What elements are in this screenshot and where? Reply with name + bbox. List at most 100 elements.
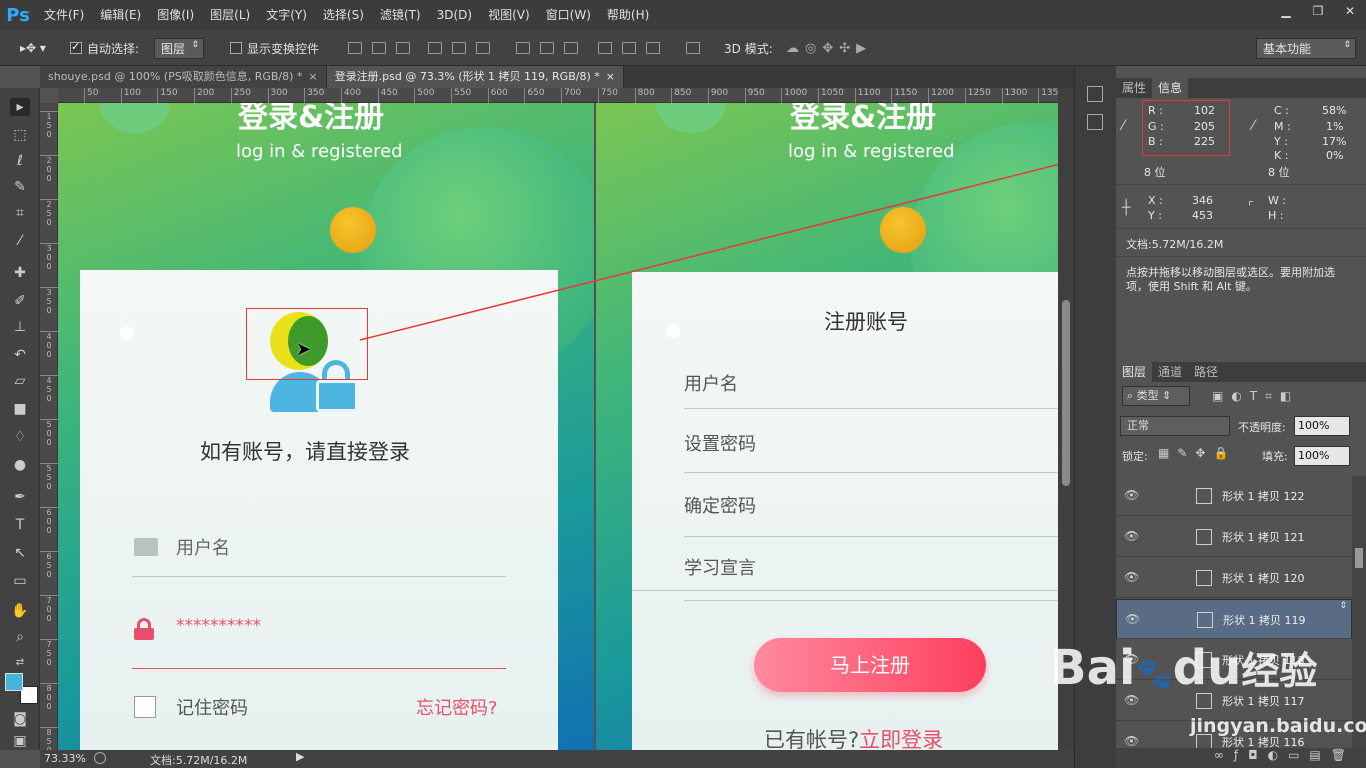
gradient-tool-icon[interactable]: ■ xyxy=(10,400,30,418)
align-left-icon[interactable] xyxy=(428,42,442,54)
path-select-tool-icon[interactable]: ↖ xyxy=(10,544,30,562)
visibility-eye-icon[interactable]: 👁 xyxy=(1124,488,1139,502)
auto-align-icon[interactable] xyxy=(686,42,700,54)
register-username-field[interactable]: 用户名 xyxy=(684,370,738,396)
close-tab-icon[interactable]: × xyxy=(606,70,615,83)
auto-select-dropdown[interactable]: 图层 xyxy=(154,37,205,59)
minimize-button[interactable]: ▁ xyxy=(1270,0,1302,22)
distribute-top-icon[interactable] xyxy=(516,42,530,54)
scrollbar-thumb[interactable] xyxy=(1355,548,1363,568)
blend-mode-dropdown[interactable]: 正常 xyxy=(1120,416,1230,436)
menu-type[interactable]: 文字(Y) xyxy=(258,0,315,30)
scrollbar-thumb[interactable] xyxy=(1062,300,1070,486)
eyedropper-tool-icon[interactable]: ⁄ xyxy=(10,232,30,250)
forgot-password-link[interactable]: 忘记密码? xyxy=(416,694,498,720)
menu-help[interactable]: 帮助(H) xyxy=(599,0,657,30)
menu-layer[interactable]: 图层(L) xyxy=(202,0,258,30)
status-info-icon[interactable] xyxy=(94,752,106,764)
register-confirm-field[interactable]: 确定密码 xyxy=(684,492,756,518)
tab-shouye[interactable]: shouye.psd @ 100% (PS吸取颜色信息, RGB/8) * × xyxy=(40,66,327,88)
status-menu-icon[interactable]: ▶ xyxy=(296,750,304,763)
layers-footer-icons[interactable]: ∞ƒ◘◐▭▤🗑 xyxy=(1116,748,1366,768)
menu-file[interactable]: 文件(F) xyxy=(36,0,92,30)
hand-tool-icon[interactable]: ✋ xyxy=(10,602,30,620)
actions-panel-icon[interactable] xyxy=(1087,114,1103,130)
foreground-color-swatch[interactable] xyxy=(5,673,23,691)
register-button[interactable]: 马上注册 xyxy=(754,638,986,692)
lock-icons[interactable]: ▦✎✥🔒 xyxy=(1158,446,1236,460)
layers-scrollbar[interactable] xyxy=(1352,476,1366,748)
visibility-eye-icon[interactable]: 👁 xyxy=(1124,529,1139,543)
layer-filter-icons[interactable]: ▣◐T⌗◧ xyxy=(1212,389,1299,404)
distribute-hcenter-icon[interactable] xyxy=(622,42,636,54)
login-now-link[interactable]: 立即登录 xyxy=(859,728,943,750)
remember-checkbox[interactable] xyxy=(134,696,156,718)
login-username-field[interactable]: 用户名 xyxy=(176,534,230,560)
opacity-input[interactable]: 100% xyxy=(1294,416,1350,436)
type-tool-icon[interactable]: T xyxy=(10,516,30,534)
brush-tool-icon[interactable]: ✐ xyxy=(10,292,30,310)
close-tab-icon[interactable]: × xyxy=(308,70,317,83)
align-bottom-icon[interactable] xyxy=(396,42,410,54)
tab-channels[interactable]: 通道 xyxy=(1152,362,1188,382)
screen-mode-icon[interactable]: ▣ xyxy=(10,732,30,750)
menu-select[interactable]: 选择(S) xyxy=(315,0,372,30)
move-tool-preset-icon[interactable]: ▸✥ ▾ xyxy=(20,30,46,66)
register-motto-field[interactable]: 学习宣言 xyxy=(684,554,756,580)
menu-view[interactable]: 视图(V) xyxy=(480,0,538,30)
tab-login-register[interactable]: 登录注册.psd @ 73.3% (形状 1 拷贝 119, RGB/8) * × xyxy=(326,66,624,88)
menu-3d[interactable]: 3D(D) xyxy=(429,0,480,30)
layer-row[interactable]: 👁 形状 1 拷贝 120 xyxy=(1116,558,1352,598)
distribute-vcenter-icon[interactable] xyxy=(540,42,554,54)
tab-info[interactable]: 信息 xyxy=(1152,78,1189,98)
visibility-eye-icon[interactable]: 👁 xyxy=(1125,612,1140,626)
tab-properties[interactable]: 属性 xyxy=(1116,78,1152,98)
align-right-icon[interactable] xyxy=(476,42,490,54)
distribute-bottom-icon[interactable] xyxy=(564,42,578,54)
crop-tool-icon[interactable]: ⌗ xyxy=(10,204,30,222)
tab-paths[interactable]: 路径 xyxy=(1188,362,1224,382)
swap-colors-icon[interactable]: ⇄ xyxy=(10,654,30,672)
workspace-dropdown[interactable]: 基本功能 xyxy=(1256,37,1356,59)
distribute-right-icon[interactable] xyxy=(646,42,660,54)
stamp-tool-icon[interactable]: ⊥ xyxy=(10,318,30,336)
history-panel-icon[interactable] xyxy=(1087,86,1103,102)
lasso-tool-icon[interactable]: ℓ xyxy=(10,152,30,170)
blur-tool-icon[interactable]: ♢ xyxy=(10,428,30,446)
close-button[interactable]: ✕ xyxy=(1334,0,1366,22)
dodge-tool-icon[interactable]: ● xyxy=(10,456,30,474)
shape-tool-icon[interactable]: ▭ xyxy=(10,572,30,590)
layer-filter-dropdown[interactable]: ⌕ 类型 ⇕ xyxy=(1122,386,1190,406)
register-password-field[interactable]: 设置密码 xyxy=(684,430,756,456)
login-password-field[interactable]: ********** xyxy=(176,616,261,636)
marquee-tool-icon[interactable]: ⬚ xyxy=(10,126,30,144)
visibility-eye-icon[interactable]: 👁 xyxy=(1124,734,1139,748)
canvas[interactable]: 登录&注册 log in & registered 如有账号，请直接登录 用户名… xyxy=(58,103,1058,750)
eraser-tool-icon[interactable]: ▱ xyxy=(10,372,30,390)
move-tool-icon[interactable]: ▸ xyxy=(10,98,30,116)
distribute-left-icon[interactable] xyxy=(598,42,612,54)
healing-tool-icon[interactable]: ✚ xyxy=(10,264,30,282)
zoom-level[interactable]: 73.33% xyxy=(44,752,86,765)
3d-mode-icons[interactable]: ☁◎✥✣▶ xyxy=(786,30,872,66)
show-transform-checkbox[interactable]: 显示变换控件 xyxy=(230,30,319,66)
menu-edit[interactable]: 编辑(E) xyxy=(92,0,149,30)
tab-layers[interactable]: 图层 xyxy=(1116,362,1153,382)
history-brush-tool-icon[interactable]: ↶ xyxy=(10,346,30,364)
menu-window[interactable]: 窗口(W) xyxy=(538,0,599,30)
restore-button[interactable]: ❐ xyxy=(1302,0,1334,22)
menu-filter[interactable]: 滤镜(T) xyxy=(372,0,429,30)
zoom-tool-icon[interactable]: ⌕ xyxy=(10,628,30,646)
auto-select-checkbox[interactable]: 自动选择: xyxy=(70,30,139,66)
layer-row[interactable]: 👁 形状 1 拷贝 122 xyxy=(1116,476,1352,516)
pen-tool-icon[interactable]: ✒ xyxy=(10,488,30,506)
fill-input[interactable]: 100% xyxy=(1294,446,1350,466)
align-hcenter-icon[interactable] xyxy=(452,42,466,54)
quick-select-tool-icon[interactable]: ✎ xyxy=(10,178,30,196)
visibility-eye-icon[interactable]: 👁 xyxy=(1124,570,1139,584)
layer-row[interactable]: 👁 形状 1 拷贝 121 xyxy=(1116,517,1352,557)
align-vcenter-icon[interactable] xyxy=(372,42,386,54)
quick-mask-icon[interactable]: ◙ xyxy=(10,710,30,728)
menu-image[interactable]: 图像(I) xyxy=(149,0,202,30)
align-top-icon[interactable] xyxy=(348,42,362,54)
